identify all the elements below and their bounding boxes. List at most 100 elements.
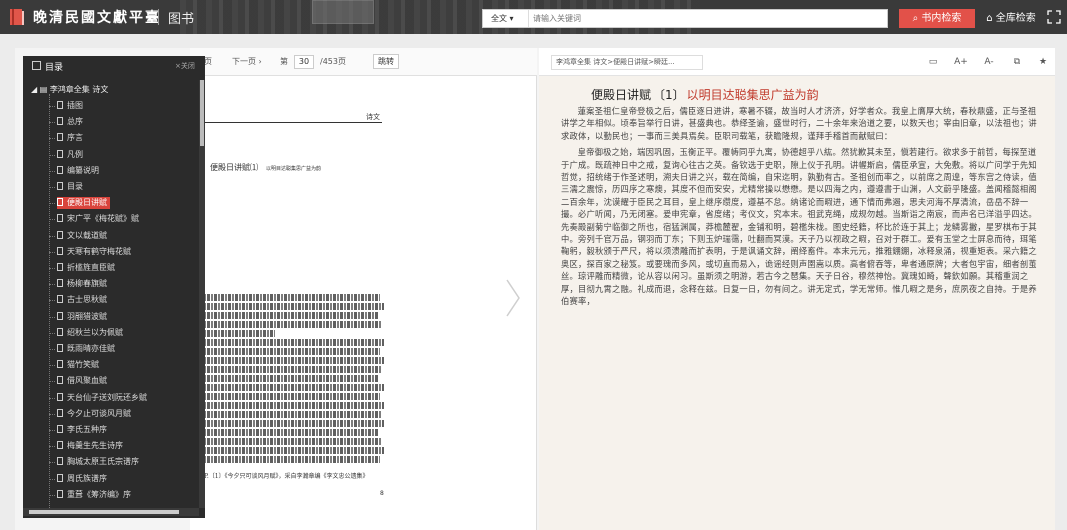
tree-connector	[49, 494, 55, 496]
toc-item[interactable]: 梅羹生先生诗序	[57, 440, 123, 452]
toc-item[interactable]: 凡例	[57, 149, 83, 161]
toc-item-label: 重葺《筹济编》序	[67, 489, 131, 499]
folder-icon: ▤	[39, 85, 50, 94]
jump-button[interactable]: 跳转	[373, 54, 399, 69]
next-page-chevron-icon[interactable]	[503, 278, 523, 318]
article-title-rhyme: 以明目达聪集思广益为韵	[686, 88, 819, 102]
toc-item[interactable]: 猫竹笑赋	[57, 359, 99, 371]
search-input[interactable]	[533, 11, 883, 26]
hscroll-thumb[interactable]	[29, 510, 179, 514]
document-icon	[57, 165, 63, 174]
scan-page-number: 8	[380, 490, 384, 497]
toc-root-item[interactable]: ◢ ▤ 李鸿章全集 诗文	[31, 84, 108, 95]
logo-icon[interactable]	[8, 7, 26, 27]
toc-item[interactable]: 羽翮猎波赋	[57, 311, 107, 323]
tree-connector	[49, 349, 55, 350]
toc-vertical-scrollbar[interactable]	[199, 80, 205, 508]
tree-connector	[49, 413, 55, 415]
toc-item[interactable]: 既雨晴亦佳赋	[57, 343, 115, 355]
toc-item[interactable]: 绍秋兰以为佩赋	[57, 327, 123, 339]
document-icon	[57, 263, 63, 271]
document-icon	[57, 182, 63, 190]
toc-item-label: 绍秋兰以为佩赋	[67, 327, 123, 337]
search-scope-select[interactable]: 全文 ▾	[483, 10, 529, 27]
search-all-label: 全库检索	[995, 13, 1036, 24]
tree-connector	[49, 365, 55, 367]
toc-item[interactable]: 胸城太原王氏宗谱序	[57, 456, 139, 468]
font-decrease-button[interactable]: A-	[981, 54, 997, 70]
toc-item-label: 天寒有鹤守梅花赋	[67, 246, 131, 256]
toc-item[interactable]: 折槛旌直臣赋	[57, 262, 115, 274]
article-title: 便殿日讲赋 〔1〕 以明目达聪集思广益为韵	[591, 86, 1039, 103]
toc-item[interactable]: 序言	[57, 132, 83, 144]
document-icon	[57, 489, 63, 498]
site-section: 图书	[168, 12, 195, 27]
toc-horizontal-scrollbar[interactable]	[23, 508, 199, 516]
toc-title: 目录	[45, 63, 64, 73]
bookmark-star-icon[interactable]: ★	[1035, 54, 1051, 70]
scan-footnote: P.〔1〕《今夕只可谈风月赋》，采自李瀚章编《李文忠公遗集》	[204, 473, 369, 480]
page-prefix: 第	[280, 57, 288, 66]
toc-close-button[interactable]: ×关闭	[175, 61, 195, 71]
toc-item[interactable]: 杨柳春旗赋	[57, 278, 107, 290]
tree-connector	[49, 397, 55, 399]
tree-connector	[49, 316, 55, 318]
article-title-main: 便殿日讲赋	[591, 88, 652, 102]
toc-item[interactable]: 今夕止可谈风月赋	[57, 408, 131, 420]
toc-item[interactable]: 插图	[57, 100, 83, 112]
toc-item[interactable]: 借风聚血赋	[57, 375, 107, 387]
fullscreen-icon[interactable]	[1047, 10, 1061, 24]
toc-item[interactable]: 文以载道赋	[57, 230, 107, 242]
toc-item[interactable]: 宋广平《梅花赋》赋	[57, 213, 139, 225]
toc-item-label: 目录	[67, 182, 83, 191]
collapse-icon[interactable]: ◢	[31, 85, 40, 94]
toc-panel: 目录 ×关闭 ◢ ▤ 李鸿章全集 诗文 插图 总序 序言 凡例 编纂说明 目录 便殿日讲赋宋…	[23, 56, 205, 518]
toc-item[interactable]: 古士思秋赋	[57, 294, 107, 306]
toc-item-label: 李氏五种序	[67, 425, 107, 434]
toc-item[interactable]: 便殿日讲赋	[57, 197, 110, 210]
toc-item-label: 借风聚血赋	[67, 376, 107, 386]
document-icon	[57, 149, 63, 158]
toc-item-label: 凡例	[67, 149, 83, 159]
footnote-ref[interactable]: 〔1〕	[653, 88, 685, 102]
document-icon	[57, 214, 63, 223]
toc-item[interactable]: 周氏族谱序	[57, 473, 107, 485]
font-increase-button[interactable]: A+	[953, 54, 969, 70]
toc-item-label: 插图	[67, 101, 83, 110]
toc-item-label: 古士思秋赋	[67, 295, 107, 305]
image-view-icon[interactable]: ▭	[925, 54, 941, 70]
toc-item[interactable]: 李氏五种序	[57, 424, 107, 436]
toc-item[interactable]: 天寒有鹤守梅花赋	[57, 246, 131, 258]
tree-connector	[49, 235, 55, 237]
tree-connector	[49, 170, 55, 172]
document-icon	[57, 230, 63, 239]
toc-item[interactable]: 目录	[57, 181, 83, 193]
toc-item[interactable]: 总序	[57, 116, 83, 128]
toc-item[interactable]: 编纂说明	[57, 165, 99, 177]
document-icon	[57, 360, 63, 369]
search-in-book-button[interactable]: ⌕ 书内检索	[899, 9, 975, 28]
tree-connector	[49, 251, 55, 253]
tree-connector	[49, 187, 55, 188]
tree-connector	[49, 430, 55, 431]
title-divider	[158, 9, 159, 25]
breadcrumb[interactable]: 李鸿章全集 诗文>便殿日讲赋>瞬廷...	[551, 55, 703, 70]
site-title[interactable]: 晚清民國文獻平臺	[33, 7, 161, 27]
toc-item-label: 杨柳春旗赋	[67, 279, 107, 289]
toc-item[interactable]: 重葺《筹济编》序	[57, 489, 131, 501]
tree-connector	[49, 284, 55, 286]
tree-connector	[49, 268, 55, 269]
scroll-thumb[interactable]	[200, 80, 204, 146]
document-icon	[57, 279, 63, 288]
tree-connector	[49, 462, 55, 464]
list-icon	[32, 61, 41, 70]
toc-item-label: 便殿日讲赋	[67, 198, 107, 208]
prev-page-button[interactable]: 页	[204, 55, 212, 69]
copy-icon[interactable]: ⧉	[1009, 54, 1025, 70]
toc-item[interactable]: 天台仙子送刘阮还乡赋	[57, 392, 147, 404]
next-page-button[interactable]: 下一页 ›	[232, 55, 262, 69]
page-number-input[interactable]: 30	[294, 55, 314, 69]
tree-connector	[49, 300, 55, 302]
search-all-button[interactable]: ⌂ 全库检索	[980, 9, 1042, 28]
page-total: /453页	[320, 57, 346, 66]
